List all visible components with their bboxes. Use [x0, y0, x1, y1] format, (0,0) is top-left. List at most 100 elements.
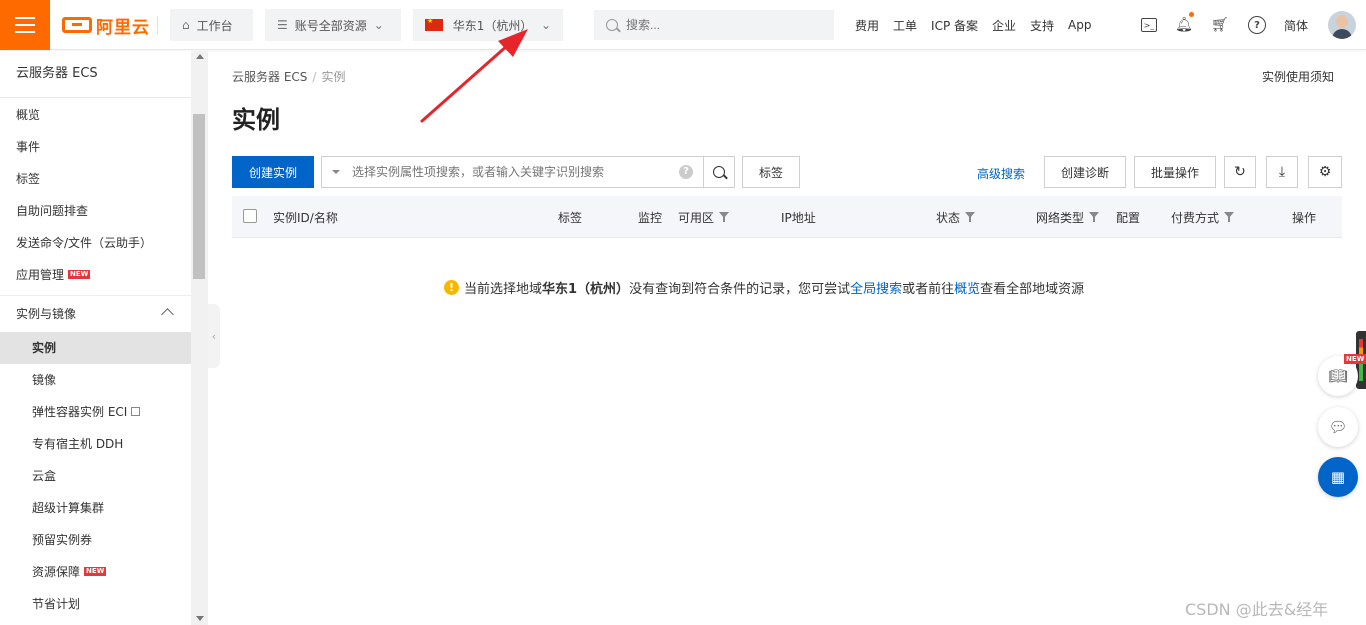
- search-input[interactable]: [626, 18, 816, 32]
- sidebar-item-cloud-box[interactable]: 云盒: [0, 460, 207, 492]
- caret-down-icon[interactable]: [332, 170, 340, 174]
- sidebar-item-reserved-instances[interactable]: 预留实例券: [0, 524, 207, 556]
- workbench-button[interactable]: ⌂ 工作台: [170, 9, 253, 41]
- column-label: 网络类型: [1036, 211, 1085, 225]
- notification-dot: [1189, 12, 1194, 17]
- column-header-instance-id: 实例ID/名称: [273, 211, 338, 225]
- refresh-button[interactable]: ↻: [1224, 156, 1256, 188]
- new-badge: NEW: [84, 567, 107, 576]
- aliyun-logo-icon: [62, 17, 92, 33]
- resource-group-selector[interactable]: ☰ 账号全部资源 ⌄: [265, 9, 401, 41]
- terminal-icon[interactable]: >_: [1141, 18, 1157, 32]
- new-badge: NEW: [68, 270, 91, 279]
- scrollbar-thumb[interactable]: [193, 114, 205, 279]
- scroll-up-icon[interactable]: [196, 54, 204, 59]
- create-diagnosis-button[interactable]: 创建诊断: [1044, 156, 1126, 188]
- avatar[interactable]: [1328, 11, 1356, 39]
- server-stack-icon: ☰: [277, 18, 288, 32]
- column-header-billing[interactable]: 付费方式: [1171, 209, 1235, 226]
- language-switch[interactable]: 简体: [1284, 17, 1308, 34]
- filter-funnel-icon[interactable]: [965, 212, 976, 223]
- sidebar-item-eci[interactable]: 弹性容器实例 ECI: [0, 396, 207, 428]
- breadcrumb: 云服务器 ECS / 实例: [232, 68, 345, 85]
- sidebar-item-events[interactable]: 事件: [0, 131, 207, 163]
- feedback-float-button[interactable]: 💬︎: [1318, 407, 1358, 447]
- column-header-status[interactable]: 状态: [936, 209, 976, 226]
- breadcrumb-current: 实例: [321, 70, 346, 84]
- empty-middle: 没有查询到符合条件的记录，您可尝试: [629, 282, 851, 297]
- sidebar-item-cloud-assistant[interactable]: 发送命令/文件（云助手）: [0, 227, 207, 259]
- download-button[interactable]: ⤓: [1266, 156, 1298, 188]
- sidebar-item-images[interactable]: 镜像: [0, 364, 207, 396]
- instance-usage-notice-link[interactable]: 实例使用须知: [1262, 68, 1334, 85]
- bell-icon[interactable]: 🔔︎: [1175, 16, 1193, 34]
- cart-icon[interactable]: 🛒︎: [1211, 16, 1229, 34]
- overview-link[interactable]: 概览: [954, 278, 980, 297]
- sidebar-item-label: 弹性容器实例 ECI: [32, 405, 128, 419]
- breadcrumb-ecs[interactable]: 云服务器 ECS: [232, 70, 307, 84]
- scroll-down-icon[interactable]: [196, 616, 204, 621]
- column-header-ip: IP地址: [781, 211, 816, 225]
- annotation-arrow: [420, 29, 528, 123]
- sidebar-item-resource-assurance[interactable]: 资源保障 NEW: [0, 556, 207, 588]
- nav-link-app[interactable]: App: [1068, 18, 1091, 32]
- filter-search-button[interactable]: [703, 156, 735, 188]
- help-circle-icon[interactable]: ?: [679, 165, 693, 179]
- nav-link-billing[interactable]: 费用: [855, 17, 879, 34]
- column-label: 可用区: [678, 211, 715, 225]
- filter-funnel-icon[interactable]: [1089, 212, 1100, 223]
- tag-filter-button[interactable]: 标签: [742, 156, 800, 188]
- sidebar-collapse-handle[interactable]: ‹: [208, 304, 220, 368]
- column-header-network-type[interactable]: 网络类型: [1036, 209, 1100, 226]
- sidebar-item-app-management[interactable]: 应用管理 NEW: [0, 259, 207, 291]
- global-search[interactable]: [594, 10, 834, 40]
- sidebar-title: 云服务器 ECS: [0, 51, 207, 98]
- sidebar-item-supercomputing-cluster[interactable]: 超级计算集群: [0, 492, 207, 524]
- settings-button[interactable]: ⚙: [1308, 156, 1342, 188]
- sidebar-item-label: 资源保障: [32, 565, 81, 579]
- gear-icon: ⚙: [1318, 164, 1332, 180]
- sidebar-item-tags[interactable]: 标签: [0, 163, 207, 195]
- nav-link-enterprise[interactable]: 企业: [992, 17, 1016, 34]
- chevron-down-icon: ⌄: [540, 18, 551, 32]
- download-icon: ⤓: [1278, 164, 1286, 180]
- nav-link-support[interactable]: 支持: [1030, 17, 1054, 34]
- sidebar-group-instances-images[interactable]: 实例与镜像: [0, 295, 207, 332]
- sidebar-item-troubleshoot[interactable]: 自助问题排查: [0, 195, 207, 227]
- create-instance-button[interactable]: 创建实例: [232, 156, 314, 188]
- nav-link-icp[interactable]: ICP 备案: [931, 17, 978, 34]
- sidebar-item-instances[interactable]: 实例: [0, 332, 191, 364]
- chevron-up-icon: [161, 308, 174, 321]
- sidebar-item-ddh[interactable]: 专有宿主机 DDH: [0, 428, 207, 460]
- page-title: 实例: [232, 106, 280, 134]
- breadcrumb-separator: /: [312, 70, 317, 84]
- book-icon: 📖︎: [1328, 367, 1348, 385]
- workbench-label: 工作台: [196, 18, 233, 33]
- aliyun-logo[interactable]: 阿里云: [62, 14, 150, 38]
- batch-operations-button[interactable]: 批量操作: [1134, 156, 1216, 188]
- filter-funnel-icon[interactable]: [1224, 212, 1235, 223]
- nav-link-tickets[interactable]: 工单: [893, 17, 917, 34]
- sidebar-item-overview[interactable]: 概览: [0, 99, 207, 131]
- apps-float-button[interactable]: ▦: [1318, 457, 1358, 497]
- top-nav-links: 费用 工单 ICP 备案 企业 支持 App: [848, 0, 1099, 50]
- select-all-checkbox[interactable]: [243, 209, 257, 223]
- warning-icon: !: [444, 280, 459, 295]
- instance-filter-search[interactable]: ?: [321, 156, 704, 188]
- filter-funnel-icon[interactable]: [719, 212, 730, 223]
- empty-prefix: 当前选择地域: [464, 282, 543, 297]
- global-search-link[interactable]: 全局搜索: [850, 278, 902, 297]
- column-label: 付费方式: [1171, 211, 1220, 225]
- sidebar-item-savings-plan[interactable]: 节省计划: [0, 588, 207, 620]
- hamburger-menu-icon[interactable]: [0, 0, 50, 50]
- filter-input[interactable]: [352, 165, 672, 179]
- advanced-search-link[interactable]: 高级搜索: [977, 165, 1025, 182]
- help-icon[interactable]: ?: [1248, 16, 1266, 34]
- column-label: 状态: [936, 211, 961, 225]
- empty-middle2: 或者前往: [902, 282, 955, 297]
- divider: [157, 16, 158, 34]
- home-icon: ⌂: [182, 18, 190, 32]
- sidebar-scrollbar[interactable]: [191, 51, 208, 625]
- column-header-zone[interactable]: 可用区: [678, 209, 730, 226]
- refresh-icon: ↻: [1234, 164, 1246, 180]
